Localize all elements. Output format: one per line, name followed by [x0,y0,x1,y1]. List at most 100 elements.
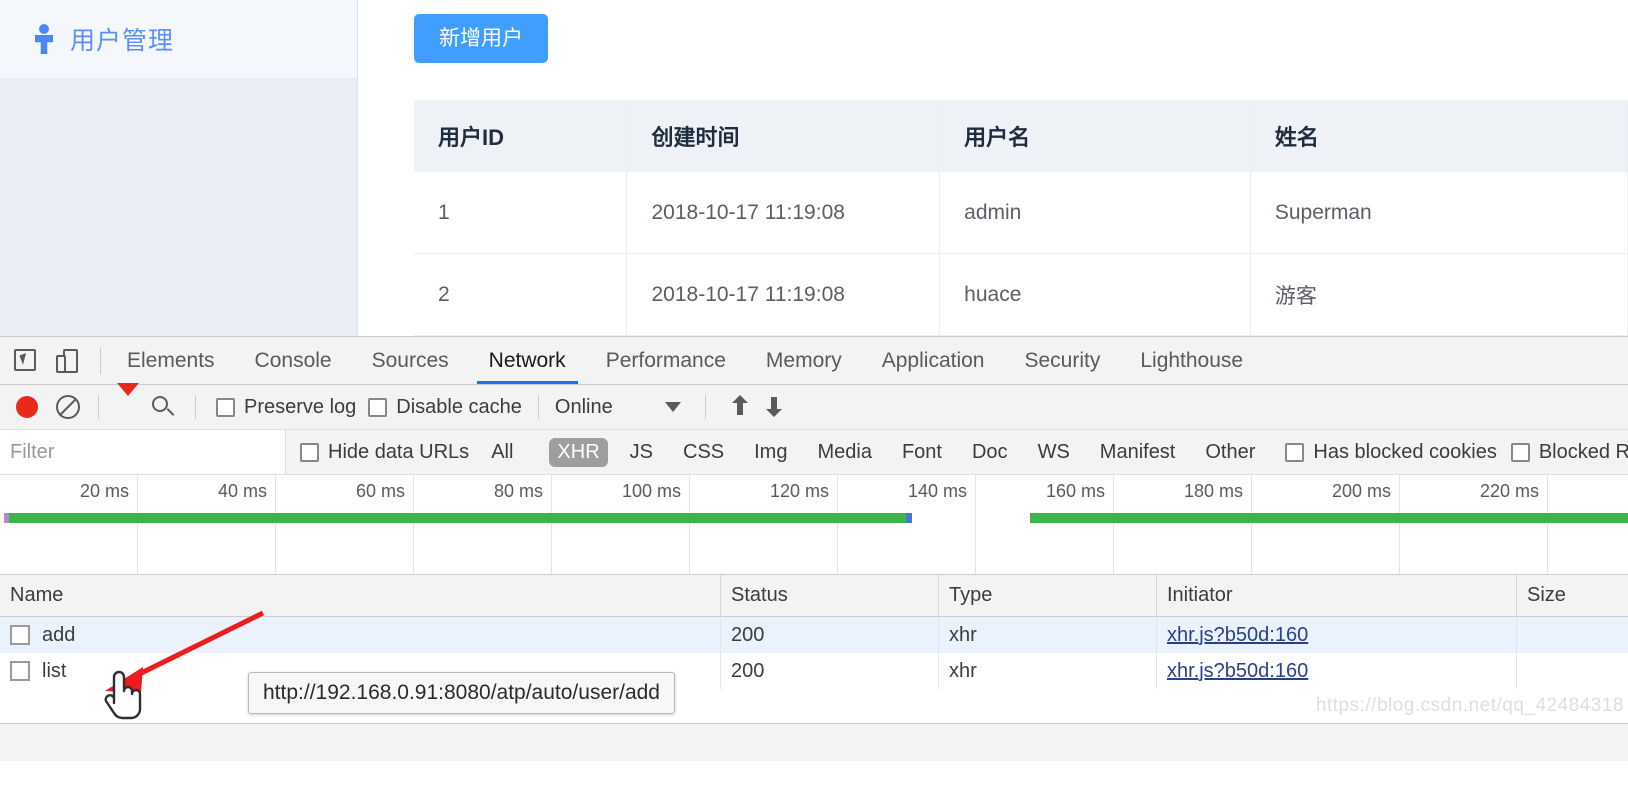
timeline-tick: 40 ms [138,475,276,574]
cell-name: 游客 [1251,254,1628,335]
has-blocked-cookies-label: Has blocked cookies [1313,440,1497,463]
tab-memory[interactable]: Memory [746,337,862,384]
timeline-tick: 120 ms [690,475,838,574]
table-row[interactable]: add 200 xhr xhr.js?b50d:160 [0,617,1628,653]
cell-initiator[interactable]: xhr.js?b50d:160 [1157,617,1517,653]
filter-type-doc[interactable]: Doc [964,438,1016,467]
column-header-size[interactable]: Size [1517,575,1628,617]
cell-status: 200 [721,653,939,689]
cell-created: 2018-10-17 11:19:08 [627,172,941,253]
cell-request-name[interactable]: add [0,617,721,653]
user-table-header: 用户ID 创建时间 用户名 姓名 [414,100,1628,172]
column-header-initiator[interactable]: Initiator [1157,574,1517,617]
timeline-tick: 100 ms [552,475,690,574]
filter-type-img[interactable]: Img [746,438,795,467]
divider [100,347,101,374]
column-header-username: 用户名 [940,100,1251,172]
filter-type-media[interactable]: Media [809,438,879,467]
table-row[interactable]: 1 2018-10-17 11:19:08 admin Superman [414,172,1628,254]
tab-sources[interactable]: Sources [352,337,469,384]
overview-request-band [4,513,912,523]
document-icon [10,661,30,681]
hide-data-urls-label: Hide data URLs [328,440,470,463]
checkbox-box[interactable] [368,397,388,417]
clear-icon[interactable] [56,395,80,419]
request-url-tooltip: http://192.168.0.91:8080/atp/auto/user/a… [248,672,675,714]
filter-type-xhr[interactable]: XHR [549,437,608,467]
app-main: 新增用户 用户ID 创建时间 用户名 姓名 1 2018-10-17 11:19… [359,0,1628,336]
column-header-status[interactable]: Status [721,574,939,617]
device-toolbar-icon[interactable] [56,348,80,373]
tab-network[interactable]: Network [469,337,586,384]
checkbox-box[interactable] [1510,442,1530,462]
timeline-tick: 140 ms [838,475,976,574]
export-har-icon[interactable] [764,395,786,419]
network-throttle-select[interactable]: Online [555,396,681,419]
table-row[interactable]: list 200 xhr xhr.js?b50d:160 [0,653,1628,689]
import-har-icon[interactable] [730,395,752,419]
disable-cache-checkbox[interactable]: Disable cache [368,396,522,419]
document-icon [10,625,30,645]
has-blocked-cookies-checkbox[interactable]: Has blocked cookies [1285,440,1497,464]
initiator-link[interactable]: xhr.js?b50d:160 [1167,624,1308,647]
user-table: 用户ID 创建时间 用户名 姓名 1 2018-10-17 11:19:08 a… [414,100,1628,336]
initiator-link[interactable]: xhr.js?b50d:160 [1167,660,1308,683]
hide-data-urls-checkbox[interactable]: Hide data URLs [300,441,469,464]
column-header-type[interactable]: Type [939,574,1157,617]
timeline-tick: 180 ms [1114,475,1252,574]
checkbox-box[interactable] [300,442,319,462]
filter-type-font[interactable]: Font [894,438,950,467]
tab-performance[interactable]: Performance [586,337,746,384]
timeline-tick: 20 ms [0,475,138,574]
filter-icon[interactable] [117,383,139,418]
person-icon [34,24,54,54]
timeline-tick: 60 ms [276,475,414,574]
cell-created: 2018-10-17 11:19:08 [627,254,941,335]
preserve-log-checkbox[interactable]: Preserve log [216,396,356,419]
cell-type: xhr [939,617,1157,653]
filter-type-css[interactable]: CSS [675,438,732,467]
checkbox-box[interactable] [1285,442,1305,462]
filter-type-ws[interactable]: WS [1030,438,1078,467]
divider [537,395,539,419]
divider [704,395,706,419]
devtools-tab-bar: Elements Console Sources Network Perform… [0,337,1628,385]
tab-elements[interactable]: Elements [107,337,235,384]
app-sidebar: 用户管理 [0,0,358,336]
tab-console[interactable]: Console [235,337,352,384]
divider [195,395,196,419]
record-button[interactable] [16,396,38,418]
add-user-button[interactable]: 新增用户 [414,14,548,63]
cell-size [1517,653,1628,689]
devtools-status-bar [0,723,1628,761]
tab-application[interactable]: Application [862,337,1005,384]
filter-type-js[interactable]: JS [622,438,661,467]
web-app-area: 用户管理 新增用户 用户ID 创建时间 用户名 姓名 1 2018-10-17 … [0,0,1628,336]
cell-type: xhr [939,653,1157,689]
filter-input[interactable] [0,430,286,474]
timeline-tick: 160 ms [976,475,1114,574]
cell-user-id: 2 [414,254,628,335]
tab-security[interactable]: Security [1004,337,1120,384]
sidebar-item-user-management[interactable]: 用户管理 [0,0,357,79]
cell-initiator[interactable]: xhr.js?b50d:160 [1157,653,1517,689]
checkbox-box[interactable] [216,397,235,417]
devtools-panel: Elements Console Sources Network Perform… [0,336,1628,803]
search-icon[interactable] [151,395,175,419]
table-row[interactable]: 2 2018-10-17 11:19:08 huace 游客 [414,254,1628,336]
filter-type-all[interactable]: All [483,438,521,467]
chevron-down-icon [664,402,681,412]
tab-lighthouse[interactable]: Lighthouse [1120,337,1263,384]
network-overview-timeline[interactable]: 20 ms 40 ms 60 ms 80 ms 100 ms 120 ms 14… [0,475,1628,575]
cell-status: 200 [721,617,939,653]
blocked-requests-checkbox[interactable]: Blocked R [1510,440,1628,464]
inspect-element-icon[interactable] [14,348,38,373]
cell-username: admin [940,172,1251,253]
column-header-name: 姓名 [1251,100,1628,172]
column-header-name[interactable]: Name [0,574,721,617]
column-header-created: 创建时间 [627,100,941,172]
blocked-requests-label: Blocked R [1538,440,1628,463]
filter-type-manifest[interactable]: Manifest [1092,438,1184,467]
filter-type-other[interactable]: Other [1197,438,1263,467]
cell-size [1517,617,1628,653]
